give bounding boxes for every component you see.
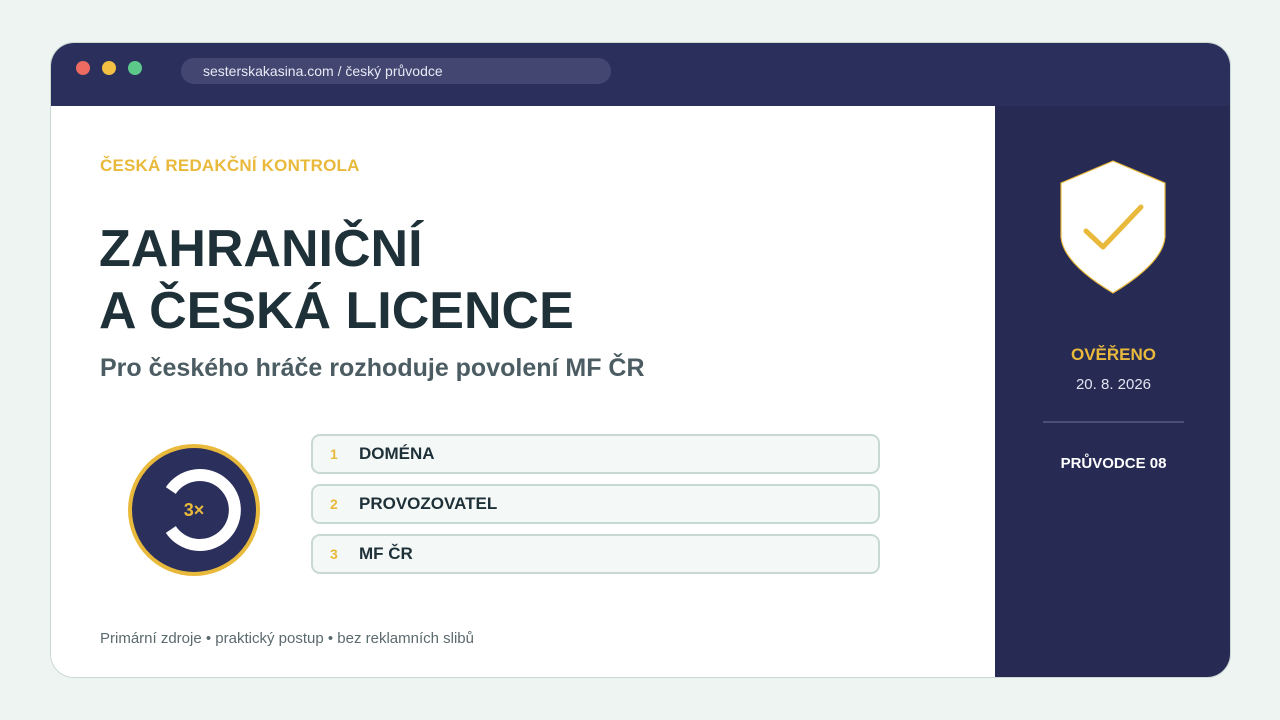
close-window-button[interactable] — [76, 61, 90, 75]
step-item-mf-cr: 3 MF ČR — [311, 534, 880, 574]
title-line-2: A ČESKÁ LICENCE — [99, 282, 574, 340]
step-item-domain: 1 DOMÉNA — [311, 434, 880, 474]
step-number: 1 — [330, 446, 338, 462]
footer-note: Primární zdroje • praktický postup • bez… — [100, 630, 474, 647]
step-label: PROVOZOVATEL — [359, 494, 498, 513]
minimize-window-button[interactable] — [102, 61, 116, 75]
count-badge: 3× — [124, 440, 264, 580]
shield-check-icon — [1060, 160, 1166, 294]
title-line-1: ZAHRANIČNÍ — [99, 220, 423, 278]
step-number: 2 — [330, 496, 338, 512]
guide-number: PRŮVODCE 08 — [1060, 455, 1167, 472]
steps-list: 1 DOMÉNA 2 PROVOZOVATEL 3 MF ČR — [311, 434, 880, 584]
step-number: 3 — [330, 546, 338, 562]
eyebrow-label: ČESKÁ REDAKČNÍ KONTROLA — [100, 156, 360, 175]
verification-sidebar: OVĚŘENO 20. 8. 2026 PRŮVODCE 08 — [995, 106, 1230, 677]
address-bar[interactable]: sesterskakasina.com / český průvodce — [181, 58, 611, 84]
step-item-operator: 2 PROVOZOVATEL — [311, 484, 880, 524]
badge-label: 3× — [183, 499, 205, 520]
maximize-window-button[interactable] — [128, 61, 142, 75]
verification-date: 20. 8. 2026 — [1075, 376, 1152, 393]
browser-window: sesterskakasina.com / český průvodce ČES… — [50, 42, 1231, 678]
page-title: ZAHRANIČNÍ A ČESKÁ LICENCE — [99, 218, 574, 342]
step-label: DOMÉNA — [359, 444, 435, 463]
page-subtitle: Pro českého hráče rozhoduje povolení MF … — [100, 354, 645, 382]
verified-status: OVĚŘENO — [1070, 345, 1157, 364]
step-label: MF ČR — [359, 544, 413, 563]
main-panel: ČESKÁ REDAKČNÍ KONTROLA ZAHRANIČNÍ A ČES… — [51, 106, 995, 677]
title-bar: sesterskakasina.com / český průvodce — [51, 43, 1230, 106]
divider — [1043, 421, 1184, 423]
